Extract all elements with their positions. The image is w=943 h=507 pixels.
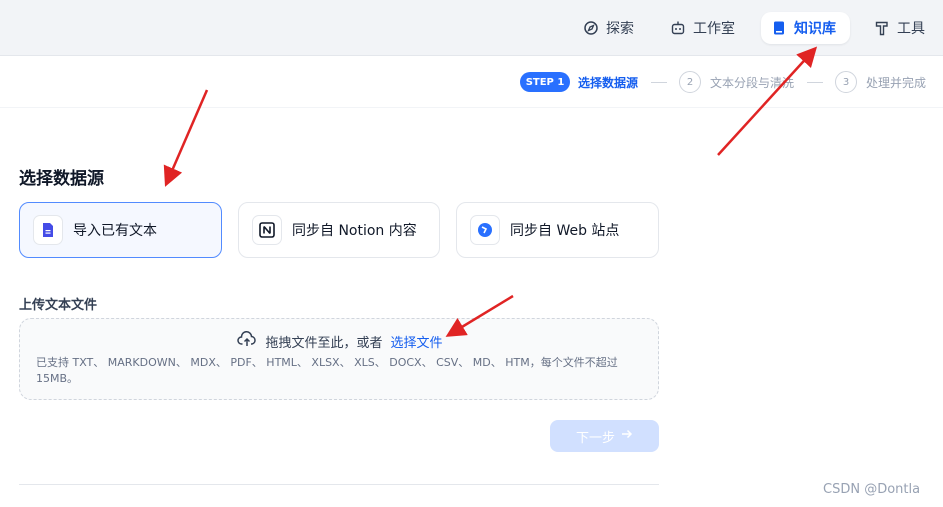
step-1-badge: STEP 1 [520,72,570,92]
page-title: 选择数据源 [19,169,104,189]
next-step-label: 下一步 [575,430,615,446]
step-1-label: 选择数据源 [578,76,639,90]
step-3-label: 处理并完成 [866,76,927,90]
top-nav: 探索 工作室 知识库 工具 [0,0,943,56]
step-2-label: 文本分段与清洗 [710,76,795,90]
nav-tools-label: 工具 [897,21,925,37]
source-web-label: 同步自 Web 站点 [510,223,620,239]
nav-knowledge[interactable]: 知识库 [761,12,850,44]
file-dropzone[interactable]: 拖拽文件至此，或者 选择文件 已支持 TXT、 MARKDOWN、 MDX、 P… [19,318,659,400]
steps-bar: STEP 1 选择数据源 2 文本分段与清洗 3 处理并完成 [0,56,943,108]
notion-icon [252,215,282,245]
book-icon [771,20,787,36]
step-divider [807,82,823,83]
nav-explore-label: 探索 [606,21,634,37]
source-notion-label: 同步自 Notion 内容 [292,223,417,239]
content-divider [19,484,659,485]
source-import-text[interactable]: 导入已有文本 [19,202,222,258]
upload-section-title: 上传文本文件 [19,298,98,313]
arrow-right-icon [621,428,633,444]
source-import-text-label: 导入已有文本 [73,223,157,239]
dropzone-prompt: 拖拽文件至此，或者 选择文件 [20,331,660,351]
nav-studio[interactable]: 工作室 [660,12,745,44]
supported-formats-hint: 已支持 TXT、 MARKDOWN、 MDX、 PDF、 HTML、 XLSX、… [36,356,618,385]
next-step-button[interactable]: 下一步 [550,420,659,452]
dropzone-text: 拖拽文件至此，或者 [265,335,383,351]
step-3-number: 3 [835,71,857,93]
step-divider [651,82,667,83]
compass-icon [583,20,599,36]
robot-icon [670,20,686,36]
watermark: CSDN @Dontla [823,482,921,497]
nav-explore[interactable]: 探索 [573,12,644,44]
web-sync-icon [470,215,500,245]
select-file-link[interactable]: 选择文件 [391,332,443,351]
source-web[interactable]: 同步自 Web 站点 [456,202,659,258]
cloud-upload-icon [237,331,257,351]
nav-knowledge-label: 知识库 [794,21,836,37]
hammer-icon [874,20,890,36]
nav-studio-label: 工作室 [693,21,735,37]
file-text-icon [33,215,63,245]
step-2-number: 2 [679,71,701,93]
nav-tools[interactable]: 工具 [864,12,935,44]
source-notion[interactable]: 同步自 Notion 内容 [238,202,440,258]
